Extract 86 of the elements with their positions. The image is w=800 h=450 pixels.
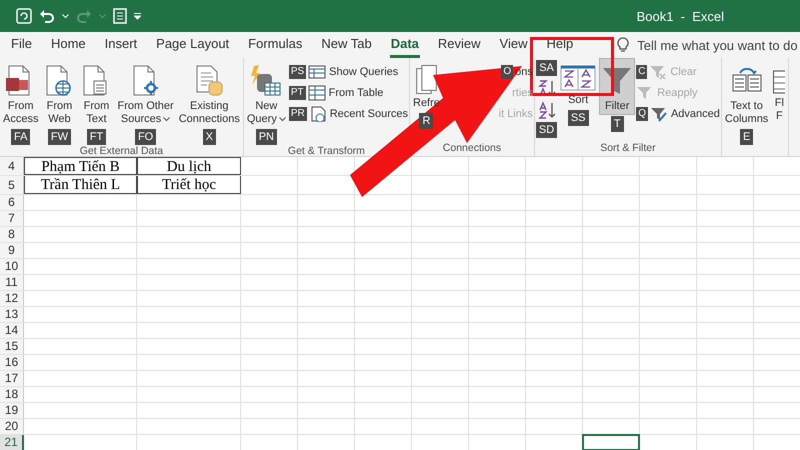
- table-cell: Phạm Tiến B: [24, 157, 137, 175]
- row-header[interactable]: 10: [0, 259, 24, 274]
- key-tip: SA: [536, 60, 557, 76]
- group-label: Get External Data: [80, 145, 164, 156]
- key-tip: FO: [134, 129, 156, 145]
- ribbon-button[interactable]: Filter: [599, 58, 636, 115]
- table-cell: Trần Thiên L: [24, 176, 137, 194]
- redo-icon: [76, 8, 92, 24]
- key-tip: SD: [536, 122, 558, 138]
- table-icon: [308, 84, 326, 100]
- key-tip: FA: [11, 129, 30, 145]
- undo-icon: [39, 8, 55, 24]
- autosave-icon: [16, 8, 32, 24]
- key-tip: FT: [86, 129, 106, 145]
- group-label: Sort & Filter: [600, 142, 656, 156]
- row-header[interactable]: 11: [0, 275, 24, 290]
- row-header[interactable]: 5: [0, 176, 24, 194]
- key-tip: PS: [288, 64, 306, 78]
- ribbon-tab[interactable]: Page Layout: [155, 32, 230, 58]
- row-header[interactable]: 9: [0, 243, 24, 258]
- key-tip: SS: [568, 110, 589, 126]
- key-tip: PR: [288, 106, 307, 120]
- ribbon-button[interactable]: Advanced: [650, 105, 720, 122]
- key-tip: X: [202, 129, 216, 145]
- row-header[interactable]: 7: [0, 211, 24, 226]
- ribbon-button[interactable]: New Query: [244, 58, 288, 128]
- ribbon-button[interactable]: From Text: [78, 58, 114, 128]
- key-tip: C: [636, 64, 648, 78]
- row-header[interactable]: 17: [0, 371, 24, 386]
- funnel-pencil-icon: [650, 106, 668, 122]
- row-header[interactable]: 21: [0, 435, 24, 450]
- row-header[interactable]: 8: [0, 227, 24, 242]
- table-icon: [308, 64, 326, 80]
- row-header[interactable]: 14: [0, 323, 24, 338]
- ribbon-button[interactable]: Fl F: [771, 58, 788, 125]
- row-header[interactable]: 15: [0, 339, 24, 354]
- key-tip: R: [419, 113, 434, 129]
- caret-icon: [62, 14, 69, 18]
- ribbon-button[interactable]: Recent Sources: [308, 105, 408, 122]
- selected-cell[interactable]: [582, 434, 640, 450]
- ribbon-button[interactable]: From Web: [41, 58, 78, 128]
- key-tip: PN: [256, 129, 277, 145]
- caret-icon: [99, 14, 106, 18]
- row-header[interactable]: 12: [0, 291, 24, 306]
- search-field[interactable]: Tell me what you want to do: [637, 38, 798, 52]
- ribbon-tab[interactable]: Formulas: [247, 32, 304, 58]
- row-header[interactable]: 19: [0, 403, 24, 418]
- table-cell: Du lịch: [137, 157, 241, 175]
- ribbon-tab[interactable]: Insert: [104, 32, 138, 58]
- ribbon-button[interactable]: Show Queries: [308, 63, 398, 80]
- funnel-x-icon: [649, 64, 668, 80]
- ribbon-tab[interactable]: File: [10, 32, 33, 58]
- customize-caret-icon: [134, 12, 141, 20]
- ribbon-tab[interactable]: Home: [50, 32, 87, 58]
- row-header[interactable]: 6: [0, 195, 24, 210]
- key-tip: O: [501, 64, 514, 78]
- document-clock-icon: [308, 106, 327, 122]
- ribbon-button[interactable]: Sort: [558, 58, 598, 109]
- ribbon-button[interactable]: From Table: [308, 84, 384, 101]
- key-tip: T: [610, 116, 624, 132]
- row-header[interactable]: 20: [0, 419, 24, 434]
- ribbon-button[interactable]: From Access: [1, 58, 40, 128]
- database-table-icon: [250, 65, 282, 97]
- ribbon-tab[interactable]: Review: [436, 32, 482, 58]
- ribbon-button[interactable]: Existing Connections: [176, 58, 242, 128]
- ribbon-tab[interactable]: View: [498, 32, 528, 58]
- lightbulb-icon: [617, 37, 630, 53]
- key-tip: FW: [48, 129, 72, 145]
- key-tip: PT: [288, 86, 306, 100]
- window-title: Book1 - Excel: [636, 8, 724, 24]
- row-header[interactable]: 16: [0, 355, 24, 370]
- group-label: Connections: [442, 142, 502, 156]
- form-icon: [113, 8, 127, 24]
- row-header[interactable]: 4: [0, 157, 24, 175]
- key-tip: E: [740, 129, 754, 145]
- ribbon-button[interactable]: From Other Sources: [115, 58, 176, 128]
- ribbon-button[interactable]: Text to Columns: [722, 58, 770, 128]
- sort-icon: [560, 65, 596, 91]
- funnel-icon: [601, 65, 634, 97]
- group-label: Get & Transform: [288, 145, 365, 156]
- table-cell: Triết học: [137, 176, 241, 194]
- key-tip: Q: [636, 106, 648, 120]
- ribbon-tab[interactable]: New Tab: [320, 32, 373, 58]
- row-header[interactable]: 18: [0, 387, 24, 402]
- documents-icon: [414, 65, 438, 94]
- row-header[interactable]: 13: [0, 307, 24, 322]
